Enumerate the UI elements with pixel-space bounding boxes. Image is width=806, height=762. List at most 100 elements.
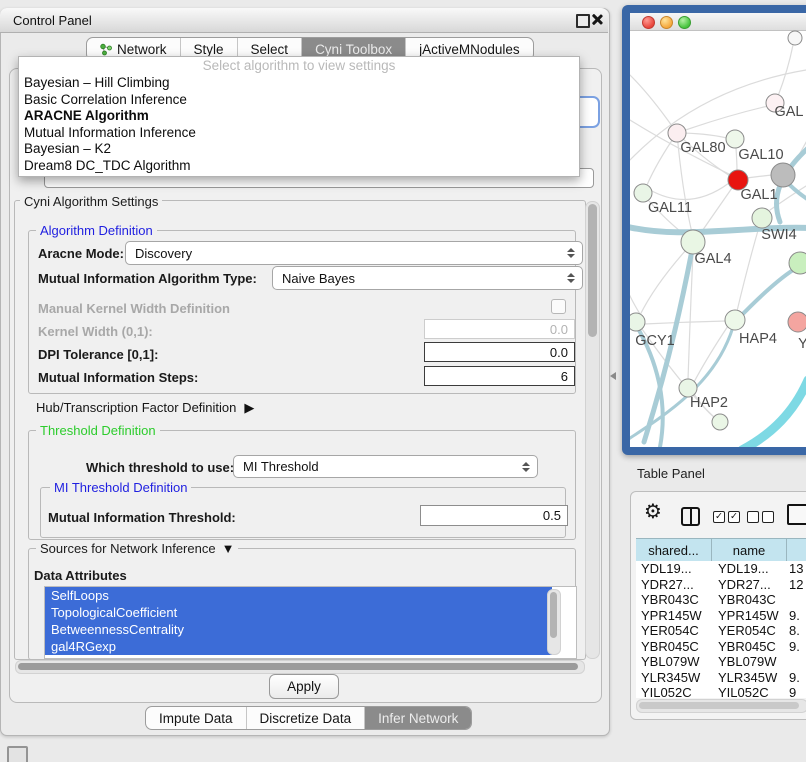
table-horizontal-scrollbar[interactable] xyxy=(636,699,806,713)
network-edge[interactable] xyxy=(747,175,772,178)
network-edge[interactable] xyxy=(736,148,737,171)
algorithm-option[interactable]: Mutual Information Inference xyxy=(19,125,579,142)
network-edge[interactable] xyxy=(630,75,672,126)
tab-infer-network[interactable]: Infer Network xyxy=(364,707,471,729)
attribute-item[interactable]: SelfLoops xyxy=(45,587,552,604)
table-row[interactable]: YPR145WYPR145W9. xyxy=(636,608,806,624)
algorithm-option[interactable]: Bayesian – K2 xyxy=(19,141,579,158)
table-row[interactable]: YIL052CYIL052C9 xyxy=(636,685,806,698)
checked-checkbox-icon[interactable]: ✓ xyxy=(728,511,740,523)
columns-icon[interactable] xyxy=(681,507,700,526)
algorithm-option[interactable]: Bayesian – Hill Climbing xyxy=(19,75,579,92)
mi-threshold-field[interactable]: 0.5 xyxy=(420,505,568,526)
stepper-arrows-icon xyxy=(522,462,530,472)
zoom-traffic-light[interactable] xyxy=(678,16,691,29)
column-header-shared[interactable]: shared... xyxy=(636,539,712,561)
network-edge[interactable] xyxy=(778,45,793,96)
network-edge[interactable] xyxy=(742,380,806,447)
table-row[interactable]: YBR045CYBR045C9. xyxy=(636,639,806,655)
close-traffic-light[interactable] xyxy=(642,16,655,29)
network-edge[interactable] xyxy=(737,227,759,311)
unchecked-checkbox-icon[interactable] xyxy=(762,511,774,523)
network-node-label: GCY1 xyxy=(635,333,675,349)
network-node-hap4[interactable] xyxy=(725,310,745,330)
tab-impute-data[interactable]: Impute Data xyxy=(146,707,246,729)
minimize-traffic-light[interactable] xyxy=(660,16,673,29)
table-partial-icon[interactable] xyxy=(787,504,806,525)
table-cell: YPR145W xyxy=(636,608,711,623)
attribute-item[interactable]: BetweennessCentrality xyxy=(45,621,552,638)
network-edge[interactable] xyxy=(677,106,768,133)
settings-vertical-scrollbar[interactable] xyxy=(585,201,600,659)
network-node-label: GAL10 xyxy=(738,147,783,163)
network-node[interactable] xyxy=(712,414,728,430)
network-edge[interactable] xyxy=(700,188,732,234)
apply-button[interactable]: Apply xyxy=(269,674,339,699)
network-edge[interactable] xyxy=(650,183,729,199)
table-cell: YER054C xyxy=(636,623,711,638)
table-row[interactable]: YDL19...YDL19...13 xyxy=(636,561,806,577)
network-node[interactable] xyxy=(789,252,806,274)
network-node-swi4[interactable] xyxy=(752,208,772,228)
dropdown-placeholder: Select algorithm to view settings xyxy=(19,57,579,75)
unchecked-checkbox-icon[interactable] xyxy=(747,511,759,523)
float-window-icon[interactable] xyxy=(576,14,590,28)
network-node[interactable] xyxy=(771,163,795,187)
gear-icon[interactable]: ⚙ xyxy=(644,502,662,522)
dpi-tolerance-field[interactable]: 0.0 xyxy=(424,342,575,362)
network-edge[interactable] xyxy=(630,282,640,314)
corner-partial-icon[interactable] xyxy=(7,746,28,762)
attribute-item[interactable]: gal4RGexp xyxy=(45,638,552,655)
stepper-arrows-icon xyxy=(567,273,575,283)
collapsed-arrow-icon: ▶ xyxy=(244,400,254,416)
mi-algorithm-type-select[interactable]: Naive Bayes xyxy=(272,266,583,290)
network-canvas[interactable]: GAL80GAL10GALGAL1GAL11SWI4GAL4GCY1HAP4YH… xyxy=(630,30,806,447)
table-row[interactable]: YER054CYER054C8. xyxy=(636,623,806,639)
network-node-gcy1[interactable] xyxy=(630,313,645,331)
kernel-width-field[interactable]: 0.0 xyxy=(424,319,575,339)
attributes-scrollbar-thumb[interactable] xyxy=(550,592,557,638)
table-horizontal-scrollbar-thumb[interactable] xyxy=(639,702,799,709)
data-attributes-list[interactable]: SelfLoopsTopologicalCoefficientBetweenne… xyxy=(44,586,577,659)
table-row[interactable]: YDR27...YDR27...12 xyxy=(636,577,806,593)
kernel-width-label: Kernel Width (0,1): xyxy=(38,324,153,339)
which-threshold-select[interactable]: MI Threshold xyxy=(233,455,538,478)
table-cell: YBL079W xyxy=(636,654,711,669)
network-node[interactable] xyxy=(788,31,802,45)
network-icon xyxy=(100,43,112,56)
checked-checkbox-icon[interactable]: ✓ xyxy=(713,511,725,523)
column-header-name[interactable]: name xyxy=(712,539,787,561)
table-row[interactable]: YLR345WYLR345W9. xyxy=(636,670,806,686)
network-window-titlebar[interactable] xyxy=(630,13,806,31)
network-node-gal10[interactable] xyxy=(726,130,744,148)
algorithm-option[interactable]: Basic Correlation Inference xyxy=(19,92,579,109)
mi-steps-field[interactable]: 6 xyxy=(424,366,575,386)
network-node-label: GAL xyxy=(774,104,803,120)
attribute-item[interactable]: TopologicalCoefficient xyxy=(45,604,552,621)
mi-steps-label: Mutual Information Steps: xyxy=(38,370,198,385)
splitter-collapse-icon[interactable] xyxy=(610,372,616,380)
manual-kernel-checkbox[interactable] xyxy=(551,299,566,314)
mi-threshold-label: Mutual Information Threshold: xyxy=(48,510,236,525)
aracne-mode-value: Discovery xyxy=(135,246,192,261)
hub-definition-toggle[interactable]: Hub/Transcription Factor Definition▶ xyxy=(36,400,254,416)
attributes-scrollbar[interactable] xyxy=(547,589,561,655)
close-icon[interactable] xyxy=(591,13,604,26)
settings-horizontal-scrollbar[interactable] xyxy=(15,660,585,674)
algorithm-option[interactable]: Dream8 DC_TDC Algorithm xyxy=(19,158,579,175)
sources-group-title[interactable]: Sources for Network Inference▼ xyxy=(36,541,238,556)
algorithm-option[interactable]: ARACNE Algorithm xyxy=(19,108,579,125)
network-node-y[interactable] xyxy=(788,312,806,332)
table-row[interactable]: YBR043CYBR043C xyxy=(636,592,806,608)
table-cell: 9. xyxy=(785,608,806,623)
tab-label: Infer Network xyxy=(378,711,458,726)
data-attributes-label: Data Attributes xyxy=(34,568,127,583)
settings-vertical-scrollbar-thumb[interactable] xyxy=(588,204,597,337)
algorithm-dropdown-list[interactable]: Select algorithm to view settings Bayesi… xyxy=(18,56,580,177)
aracne-mode-select[interactable]: Discovery xyxy=(125,241,583,265)
table-row[interactable]: YBL079WYBL079W xyxy=(636,654,806,670)
network-edge[interactable] xyxy=(644,321,726,324)
tab-discretize-data[interactable]: Discretize Data xyxy=(246,707,365,729)
column-header-partial[interactable] xyxy=(787,539,806,561)
settings-horizontal-scrollbar-thumb[interactable] xyxy=(18,663,578,670)
